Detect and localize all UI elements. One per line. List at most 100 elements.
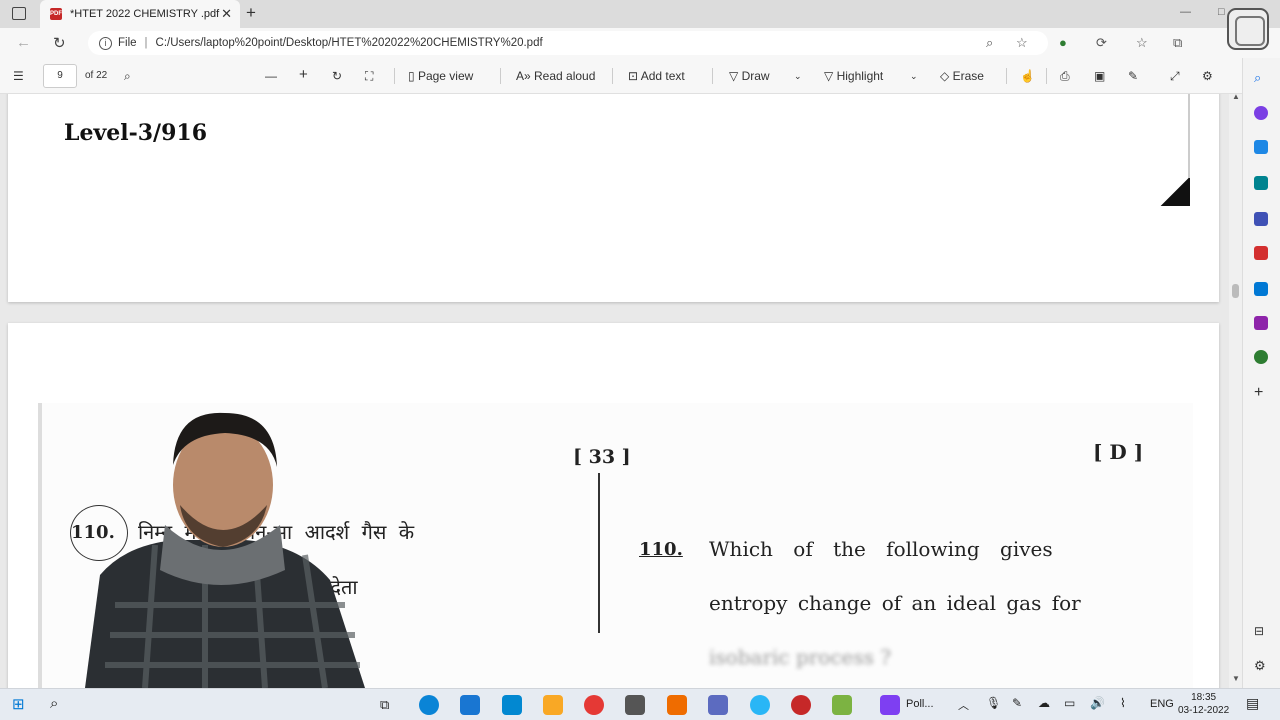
search-icon[interactable]: ⌕ <box>124 69 131 84</box>
notification-icon[interactable]: ▤ <box>1246 695 1259 712</box>
designer-icon[interactable] <box>1254 316 1268 330</box>
new-tab-icon[interactable]: + <box>246 3 256 23</box>
recorder-icon[interactable] <box>791 695 811 715</box>
back-icon[interactable]: ← <box>16 34 31 51</box>
toolbar-divider <box>712 68 713 84</box>
outlook-icon[interactable] <box>1254 282 1268 296</box>
chrome-icon[interactable] <box>584 695 604 715</box>
touch-icon[interactable]: ☝ <box>1020 69 1035 83</box>
microphone-icon[interactable]: 🎙 <box>986 696 1001 710</box>
favorite-add-icon[interactable]: ☆ <box>1016 35 1028 51</box>
page-number-input[interactable]: 9 <box>43 64 77 88</box>
close-tab-icon[interactable]: ✕ <box>221 6 232 22</box>
notes-icon[interactable] <box>832 695 852 715</box>
search-icon[interactable]: ⌕ <box>50 695 58 712</box>
draw-chevron-down-icon[interactable]: ⌄ <box>794 71 802 82</box>
window-menu-icon[interactable] <box>12 7 26 20</box>
pdf-page-previous: Level-3/916 <box>8 94 1219 302</box>
scroll-up-icon[interactable]: ▲ <box>1232 92 1240 101</box>
edge-icon[interactable] <box>419 695 439 715</box>
question-english-line2: entropy change of an ideal gas for <box>709 591 1081 615</box>
pen-icon[interactable]: ✎ <box>1012 696 1022 710</box>
poll-app-icon[interactable] <box>880 695 900 715</box>
highlight-button[interactable]: ▽ Highlight <box>824 69 883 83</box>
eraser-icon: ◇ <box>940 69 953 83</box>
toolbar-divider <box>1006 68 1007 84</box>
pdf-toolbar: ☰ 9 of 22 ⌕ — + ↻ ⛶ ▯ Page view A» Read … <box>0 58 1242 94</box>
contents-icon[interactable]: ☰ <box>13 69 24 83</box>
info-icon[interactable]: i <box>99 36 112 50</box>
add-text-button[interactable]: ⊡ Add text <box>628 69 685 83</box>
clock-time: 18:35 <box>1191 692 1217 703</box>
read-aloud-label: Read aloud <box>534 69 596 83</box>
scrollbar-thumb[interactable] <box>1232 284 1239 298</box>
sidebar-layout-icon[interactable]: ⊟ <box>1254 624 1268 638</box>
url-text: C:/Users/laptop%20point/Desktop/HTET%202… <box>155 37 543 49</box>
tools-icon[interactable] <box>1254 176 1268 190</box>
extension-icon[interactable]: ● <box>1059 35 1067 50</box>
telegram-icon[interactable] <box>750 695 770 715</box>
minimize-icon[interactable]: — <box>1180 6 1191 18</box>
page-view-button[interactable]: ▯ Page view <box>408 69 473 83</box>
fit-page-icon[interactable]: ⛶ <box>365 69 373 84</box>
rotate-icon[interactable]: ↻ <box>332 69 342 83</box>
profile-avatar[interactable] <box>1227 8 1269 50</box>
toolbar-divider <box>500 68 501 84</box>
favorites-icon[interactable]: ☆ <box>1136 35 1148 51</box>
chevron-up-icon[interactable]: ︿ <box>958 697 969 713</box>
task-view-icon[interactable]: ⧉ <box>380 697 389 713</box>
copilot-icon[interactable] <box>1254 106 1268 120</box>
wifi-icon[interactable]: ⌇ <box>1120 696 1126 710</box>
sidebar-settings-icon[interactable]: ⚙ <box>1254 658 1268 673</box>
highlight-icon: ▽ <box>824 69 837 83</box>
zoom-icon[interactable]: ⌕ <box>986 35 993 51</box>
zoom-in-icon[interactable]: + <box>299 66 308 83</box>
toolbar-divider <box>1046 68 1047 84</box>
collections-icon[interactable]: ⧉ <box>1173 35 1182 51</box>
mail-icon[interactable] <box>502 695 522 715</box>
page-view-icon: ▯ <box>408 69 418 83</box>
games-icon[interactable] <box>1254 212 1268 226</box>
draw-button[interactable]: ▽ Draw <box>729 69 770 83</box>
language-indicator[interactable]: ENG <box>1150 698 1174 710</box>
file-explorer-icon[interactable] <box>543 695 563 715</box>
save-as-icon[interactable]: ✎ <box>1128 69 1138 83</box>
header-code: Level-3/916 <box>64 120 207 146</box>
save-icon[interactable]: ▣ <box>1094 69 1105 83</box>
fullscreen-icon[interactable]: ⤢ <box>1170 69 1180 84</box>
question-number-english: 110. <box>639 539 683 560</box>
url-separator: | <box>144 37 148 49</box>
scroll-down-icon[interactable]: ▼ <box>1232 674 1240 683</box>
volume-icon[interactable]: 🔊 <box>1090 696 1105 710</box>
clock[interactable]: 18:35 03-12-2022 <box>1178 691 1229 717</box>
windows-start-icon[interactable]: ⊞ <box>12 695 25 713</box>
pen-app-icon[interactable] <box>625 695 645 715</box>
erase-button[interactable]: ◇ Erase <box>940 69 984 83</box>
print-icon[interactable]: ⎙ <box>1060 69 1070 84</box>
tab-pdf[interactable]: PDF *HTET 2022 CHEMISTRY .pdf ✕ <box>40 0 240 28</box>
sync-icon[interactable]: ⟳ <box>1096 35 1107 51</box>
page-corner-mark <box>1152 178 1190 206</box>
highlight-chevron-down-icon[interactable]: ⌄ <box>910 71 918 82</box>
notepad-icon[interactable] <box>708 695 728 715</box>
search-icon[interactable]: ⌕ <box>1254 70 1268 85</box>
vlc-icon[interactable] <box>667 695 687 715</box>
url-field[interactable]: i File | C:/Users/laptop%20point/Desktop… <box>88 31 1048 55</box>
store-icon[interactable] <box>460 695 480 715</box>
office-icon[interactable] <box>1254 246 1268 260</box>
cloud-icon[interactable]: ☁ <box>1038 696 1050 710</box>
question-english-line3: isobaric process ? <box>709 645 891 669</box>
maximize-icon[interactable]: □ <box>1218 6 1225 18</box>
pdf-file-icon: PDF <box>50 8 62 20</box>
add-sidebar-icon[interactable]: + <box>1254 384 1268 401</box>
read-aloud-button[interactable]: A» Read aloud <box>516 69 595 83</box>
vertical-scrollbar[interactable]: ▲ ▼ <box>1229 92 1242 688</box>
settings-gear-icon[interactable]: ⚙ <box>1202 69 1213 83</box>
presenter-webcam-overlay <box>85 412 365 688</box>
zoom-out-icon[interactable]: — <box>265 69 277 83</box>
poll-app-label[interactable]: Poll... <box>906 698 934 710</box>
shopping-icon[interactable] <box>1254 140 1268 154</box>
battery-icon[interactable]: ▭ <box>1064 696 1075 710</box>
refresh-icon[interactable]: ↻ <box>53 34 66 52</box>
tree-icon[interactable] <box>1254 350 1268 364</box>
